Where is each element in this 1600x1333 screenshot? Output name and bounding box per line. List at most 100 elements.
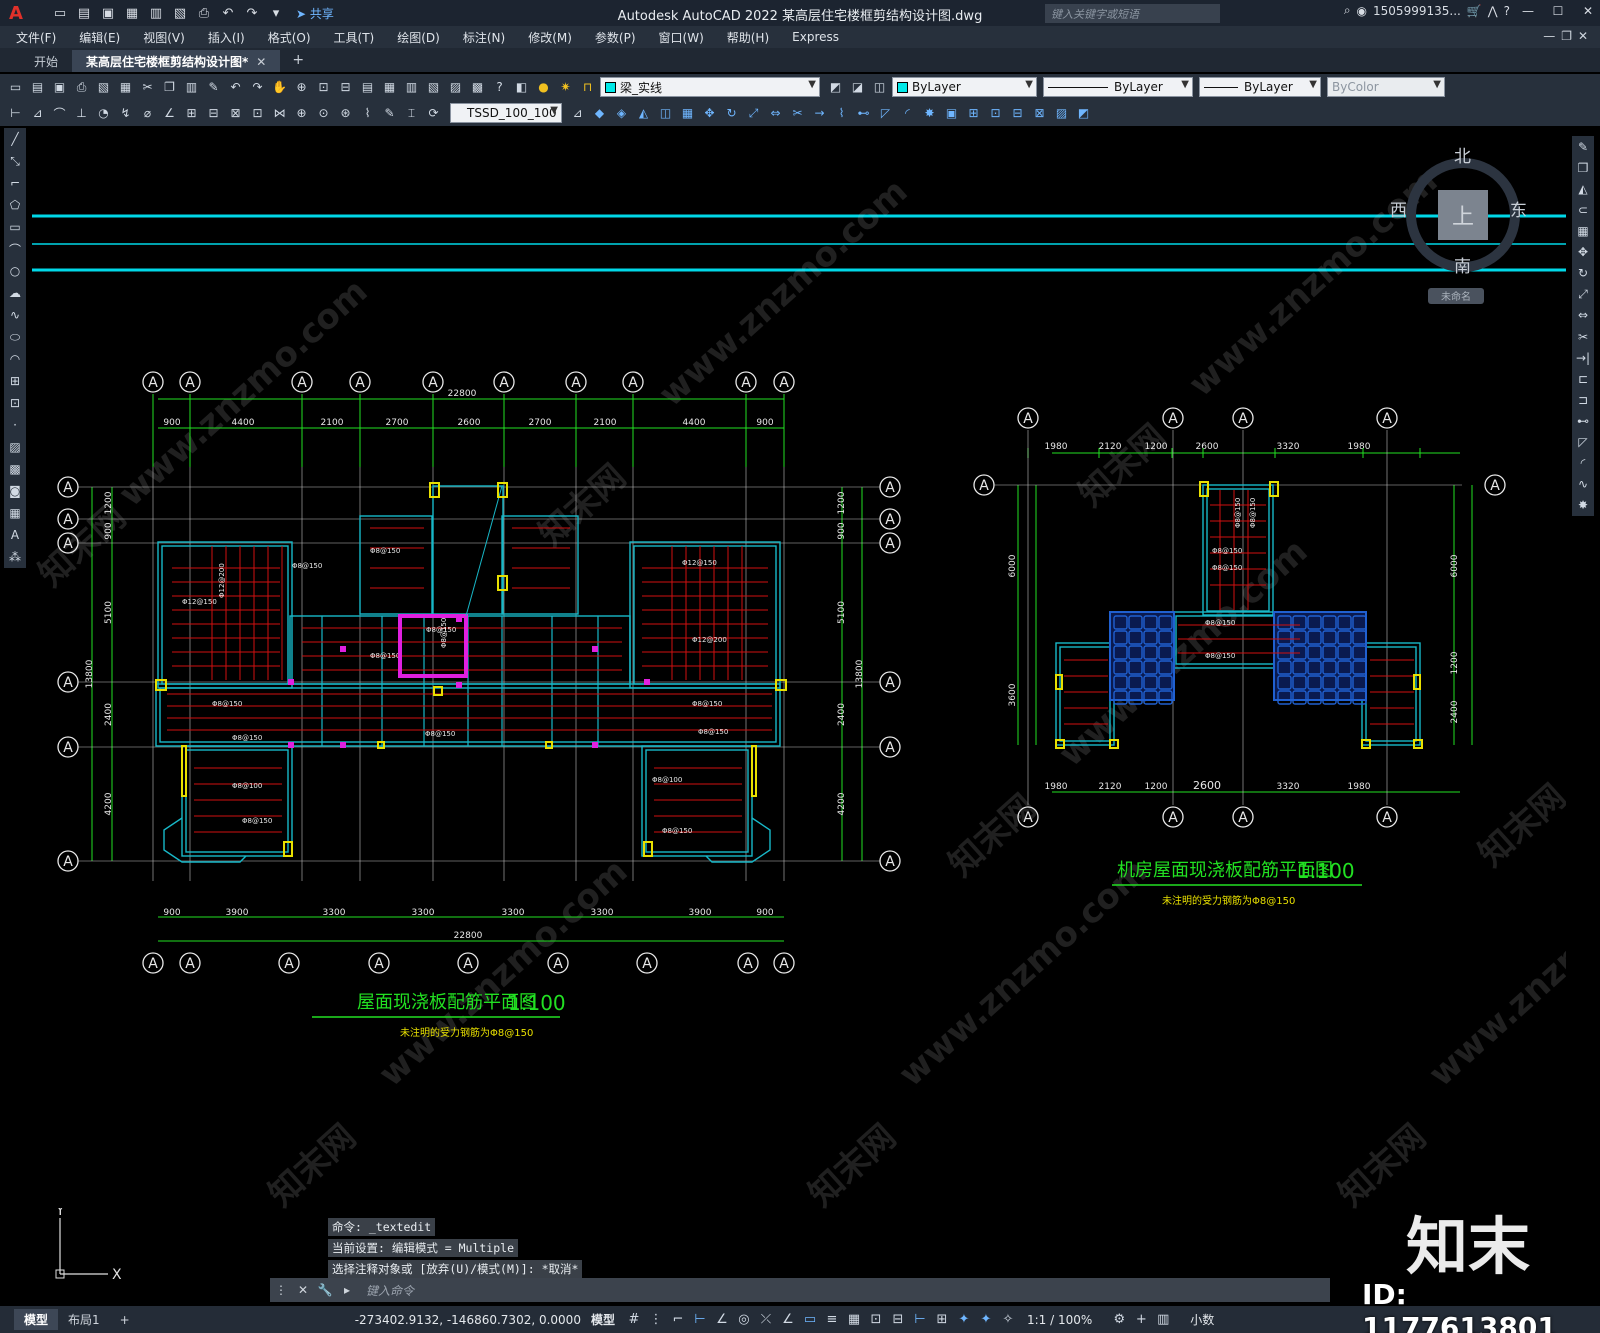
command-prompt-icon[interactable]: ▸ xyxy=(336,1283,358,1297)
jogged-linear-icon[interactable]: ⌇ xyxy=(358,104,377,123)
rotate-icon[interactable]: ↻ xyxy=(722,104,741,123)
open-icon[interactable]: ▤ xyxy=(28,78,47,97)
selection-cycling-icon[interactable]: ▦ xyxy=(843,1312,865,1327)
tool-palettes-icon[interactable]: ▥ xyxy=(402,78,421,97)
tab-start[interactable]: 开始 xyxy=(20,50,72,72)
join-icon[interactable]: ⊷ xyxy=(1574,412,1593,429)
new-icon[interactable]: ▭ xyxy=(6,78,25,97)
document-window-controls[interactable]: —❐✕ xyxy=(1543,29,1594,43)
menu-express[interactable]: Express xyxy=(792,30,839,44)
mtext-icon[interactable]: A xyxy=(6,526,25,544)
plot-preview-icon[interactable]: ▧ xyxy=(94,78,113,97)
infer-icon[interactable]: ⌐ xyxy=(667,1312,689,1327)
close-tab-icon[interactable]: ✕ xyxy=(256,55,266,69)
menu-edit[interactable]: 编辑(E) xyxy=(79,29,120,46)
region-icon[interactable]: ◩ xyxy=(1074,104,1093,123)
plus-icon[interactable]: + xyxy=(1130,1312,1152,1327)
stretch-icon[interactable]: ⇔ xyxy=(766,104,785,123)
menu-draw[interactable]: 绘图(D) xyxy=(397,29,440,46)
dynamic-ucs-icon[interactable]: ⊟ xyxy=(887,1312,909,1327)
snap-icon[interactable]: ⋮ xyxy=(645,1312,667,1327)
move-icon[interactable]: ✥ xyxy=(1574,244,1593,261)
menu-window[interactable]: 窗口(W) xyxy=(659,29,704,46)
undo-icon[interactable]: ↶ xyxy=(218,4,238,22)
circle-icon[interactable]: ○ xyxy=(6,262,25,280)
layer-on-icon[interactable]: ● xyxy=(534,78,553,97)
linear-dim-icon[interactable]: ⊢ xyxy=(6,104,25,123)
units-readout[interactable]: 小数 xyxy=(1190,1311,1214,1328)
mirror-icon[interactable]: ◭ xyxy=(634,104,653,123)
array-icon[interactable]: ▦ xyxy=(678,104,697,123)
zoom-previous-icon[interactable]: ⊟ xyxy=(336,78,355,97)
baseline-icon[interactable]: ⊟ xyxy=(204,104,223,123)
extend-icon[interactable]: → xyxy=(810,104,829,123)
undo-icon[interactable]: ↶ xyxy=(226,78,245,97)
customize-qat-icon[interactable]: ▾ xyxy=(266,4,286,22)
zoom-window-icon[interactable]: ⊡ xyxy=(314,78,333,97)
rotate-icon[interactable]: ↻ xyxy=(1574,265,1593,282)
add-selected-icon[interactable]: ⁂ xyxy=(6,548,25,566)
fillet-icon[interactable]: ◜ xyxy=(898,104,917,123)
dim-style-icon[interactable]: ⊿ xyxy=(568,104,587,123)
menu-tools[interactable]: 工具(T) xyxy=(334,29,375,46)
arc-length-icon[interactable]: ⌒ xyxy=(50,104,69,123)
insert-icon[interactable]: ⊞ xyxy=(964,104,983,123)
copy-object-icon[interactable]: ◈ xyxy=(612,104,631,123)
add-layout-button[interactable]: + xyxy=(110,1311,140,1329)
ungroup-icon[interactable]: ⊟ xyxy=(1008,104,1027,123)
arc-icon[interactable]: ⌒ xyxy=(6,240,25,258)
copy-icon[interactable]: ❐ xyxy=(1574,159,1593,176)
osnap-icon[interactable]: ∠ xyxy=(777,1312,799,1327)
lineweight-dropdown[interactable]: ByLayer ▼ xyxy=(1199,77,1321,97)
annotation-visibility-icon[interactable]: ✦ xyxy=(953,1312,975,1327)
explode-icon[interactable]: ✸ xyxy=(920,104,939,123)
layer-freeze-icon[interactable]: ✷ xyxy=(556,78,575,97)
insert-block-icon[interactable]: ⊞ xyxy=(6,372,25,390)
paste-icon[interactable]: ▥ xyxy=(182,78,201,97)
grid-icon[interactable]: # xyxy=(623,1312,645,1327)
wcs-menu[interactable]: 未命名 xyxy=(1428,288,1484,304)
rectangle-icon[interactable]: ▭ xyxy=(6,218,25,236)
revcloud-icon[interactable]: ☁ xyxy=(6,284,25,302)
isodraft-icon[interactable]: ◎ xyxy=(733,1312,755,1327)
stretch-icon[interactable]: ⇔ xyxy=(1574,307,1593,324)
design-center-icon[interactable]: ▦ xyxy=(380,78,399,97)
grip-handle-icon[interactable]: ⋮ xyxy=(270,1283,292,1297)
diameter-icon[interactable]: ⌀ xyxy=(138,104,157,123)
plot-icon[interactable]: ⎙ xyxy=(72,78,91,97)
copy-icon[interactable]: ❐ xyxy=(160,78,179,97)
share-button[interactable]: ➤ 共享 xyxy=(296,5,334,22)
gizmo-icon[interactable]: ⊞ xyxy=(931,1312,953,1327)
save-as-icon[interactable]: ▦ xyxy=(122,4,142,22)
angular-icon[interactable]: ∠ xyxy=(160,104,179,123)
help-icon[interactable]: ? xyxy=(490,78,509,97)
hatch-icon[interactable]: ▨ xyxy=(6,438,25,456)
markup-icon[interactable]: ▨ xyxy=(446,78,465,97)
join-icon[interactable]: ⊷ xyxy=(854,104,873,123)
annotation-scale-icon[interactable]: ✧ xyxy=(997,1312,1019,1327)
publish-icon[interactable]: ▦ xyxy=(116,78,135,97)
dim-update-icon[interactable]: ⟳ xyxy=(424,104,443,123)
polyline-icon[interactable]: ⌐ xyxy=(6,174,25,192)
layer-lock-icon[interactable]: ⊓ xyxy=(578,78,597,97)
tab-model[interactable]: 模型 xyxy=(14,1309,59,1330)
gear-icon[interactable]: ⚙ xyxy=(1108,1312,1130,1327)
mirror-icon[interactable]: ◭ xyxy=(1574,180,1593,197)
break-icon[interactable]: ⊐ xyxy=(1574,391,1593,408)
annotation-autoscale-icon[interactable]: ✦ xyxy=(975,1312,997,1327)
menu-format[interactable]: 格式(O) xyxy=(268,29,311,46)
save-icon[interactable]: ▣ xyxy=(98,4,118,22)
compass-north[interactable]: 北 xyxy=(1454,142,1471,167)
ordinate-icon[interactable]: ⊥ xyxy=(72,104,91,123)
aligned-dim-icon[interactable]: ⊿ xyxy=(28,104,47,123)
customize-command-icon[interactable]: 🔧 xyxy=(314,1283,336,1297)
layer-previous-icon[interactable]: ◪ xyxy=(848,78,867,97)
fillet-icon[interactable]: ◜ xyxy=(1574,455,1593,472)
offset-icon[interactable]: ◫ xyxy=(656,104,675,123)
zoom-realtime-icon[interactable]: ⊕ xyxy=(292,78,311,97)
compass-east[interactable]: 东 xyxy=(1510,196,1527,221)
make-current-icon[interactable]: ◩ xyxy=(826,78,845,97)
dim-text-edit-icon[interactable]: ⌶ xyxy=(402,104,421,123)
trim-icon[interactable]: ✂ xyxy=(788,104,807,123)
color-dropdown[interactable]: ByLayer ▼ xyxy=(892,77,1037,97)
